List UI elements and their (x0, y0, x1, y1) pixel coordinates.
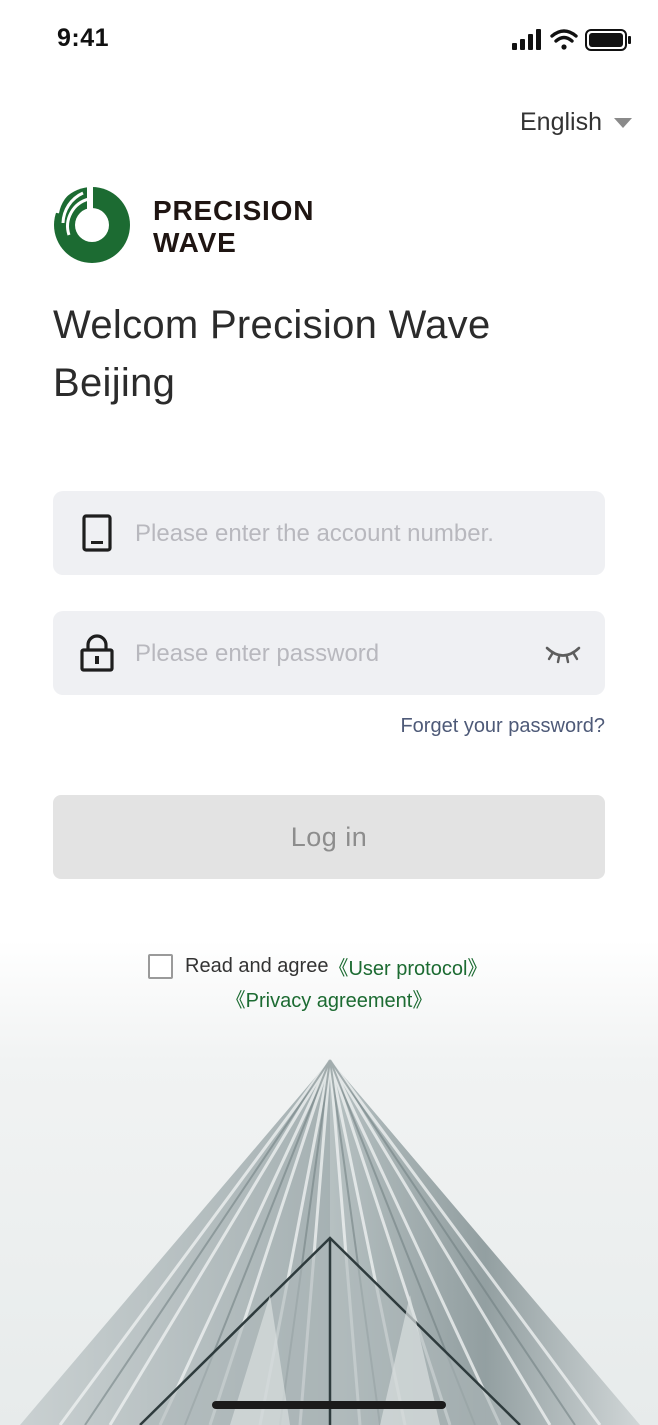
caret-down-icon (614, 118, 632, 128)
battery-icon (585, 29, 631, 51)
login-screen: 9:41 English PRECISION WAVE Welcom Preci… (0, 0, 658, 1425)
brand-name: PRECISION WAVE (153, 195, 314, 259)
building-background (0, 940, 658, 1425)
user-protocol-link[interactable]: 《User protocol》 (328, 952, 487, 981)
agreement-checkbox[interactable] (148, 953, 173, 979)
signal-icon (512, 29, 541, 50)
eye-closed-icon[interactable] (545, 639, 581, 667)
login-button[interactable]: Log in (53, 795, 605, 879)
password-input[interactable] (133, 611, 537, 697)
password-field[interactable] (53, 611, 605, 697)
language-selector[interactable]: English (520, 104, 632, 140)
logo-icon (54, 183, 130, 263)
agreement-row-2: 《Privacy agreement》 (0, 984, 658, 1012)
phone-icon (82, 514, 112, 552)
account-field[interactable] (53, 491, 605, 577)
agreement-row: Read and agree 《User protocol》 (148, 952, 487, 980)
welcome-title: Welcom Precision Wave Beijing (53, 303, 491, 405)
home-indicator[interactable] (212, 1401, 446, 1409)
wifi-icon (550, 29, 578, 50)
forgot-password-link[interactable]: Forget your password? (400, 715, 605, 738)
brand-line1: PRECISION (153, 195, 315, 226)
brand-line2: WAVE (153, 227, 237, 258)
agreement-text: Read and agree (185, 954, 329, 977)
account-input[interactable] (133, 491, 537, 577)
status-icons (512, 29, 631, 51)
language-label: English (520, 107, 602, 136)
lock-icon (80, 634, 114, 672)
status-time: 9:41 (57, 24, 110, 52)
privacy-agreement-link[interactable]: 《Privacy agreement》 (226, 984, 433, 1013)
